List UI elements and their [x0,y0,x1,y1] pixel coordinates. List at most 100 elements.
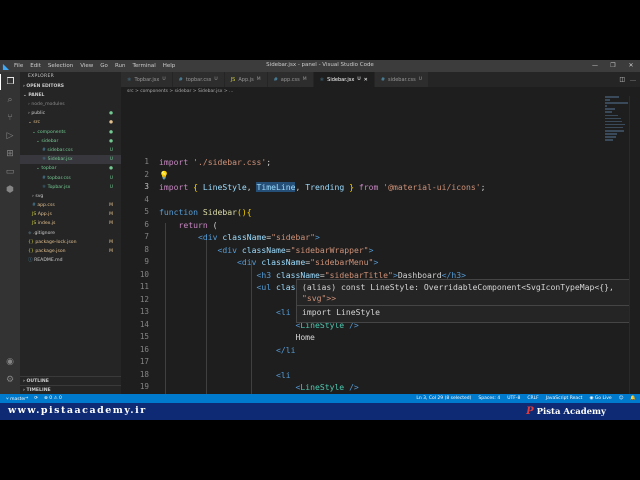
menu-bar: File Edit Selection View Go Run Terminal… [14,63,175,69]
tab-topbar-jsx[interactable]: ⚛ Topbar.jsx U [121,72,173,87]
tree-item-gitignore[interactable]: ◆ .gitignore [20,229,121,238]
tree-item-svg[interactable]: › svg [20,192,121,201]
menu-view[interactable]: View [80,63,93,69]
tab-topbar-css[interactable]: # topbar.css U [172,72,225,87]
account-icon[interactable]: ◉ [0,354,20,370]
pista-logo-icon: P [526,406,534,417]
line-number: 18 [139,369,149,379]
code-line: <div className="sidebarWrapper"> [217,244,374,255]
end-of-line[interactable]: CRLF [527,396,538,401]
academy-brand-text: Pista Academy [536,406,606,417]
node-icon[interactable]: ⬢ [0,182,20,198]
code-line: <div className="sidebar"> [197,232,320,242]
explorer-icon[interactable]: ❐ [0,74,20,90]
tree-item-package-json[interactable]: {} package.json M [20,247,121,256]
indentation[interactable]: Spaces: 4 [478,396,500,401]
tree-item-components[interactable]: ⌄ components ● [20,128,121,137]
outline-section[interactable]: › OUTLINE [20,376,121,385]
menu-go[interactable]: Go [100,63,108,69]
menu-help[interactable]: Help [163,63,176,69]
branch-indicator[interactable]: ⑂ master* [6,396,28,402]
explorer-header: EXPLORER [28,74,55,79]
tab-sidebar-css[interactable]: # sidebar.css U [374,72,429,87]
tree-item-topbar-css[interactable]: # topbar.css U [20,174,121,183]
gear-icon[interactable]: ⚙ [0,372,20,388]
run-debug-icon[interactable]: ▷ [0,128,20,144]
code-line: import './sidebar.css'; [159,157,272,167]
vertical-scrollbar[interactable] [629,96,638,408]
feedback-icon[interactable]: ☺ [619,396,624,401]
tree-item-topbar-jsx[interactable]: ⚛ Topbar.jsx U [20,183,121,192]
code-editor[interactable]: 1 2 3 4 5 6 7 8 9 10 11 12 13 14 15 16 1… [121,96,640,408]
tree-item-sidebar-css[interactable]: # sidebar.css U [20,146,121,155]
code-line: function Sidebar(){ [159,207,252,217]
problems-indicator[interactable]: ⊗ 0 ⚠ 0 [44,396,62,402]
line-number: 11 [139,282,149,291]
explorer-panel: EXPLORER › OPEN EDITORS ⌄ PANEL › node_m… [20,72,121,408]
tree-item-sidebar-jsx[interactable]: ⚛ Sidebar.jsx U [20,155,121,165]
tree-item-app-js[interactable]: JS App.js M [20,210,121,219]
tree-item-src[interactable]: ⌄ src ● [20,118,121,127]
academy-banner: www.pistaacademy.ir P Pista Academy [0,403,640,420]
academy-url: www.pistaacademy.ir [8,405,147,416]
more-actions-icon[interactable]: … [630,76,636,83]
close-icon[interactable]: ✕ [622,60,640,72]
tab-sidebar-jsx[interactable]: ⚛ Sidebar.jsx U ✕ [313,72,375,87]
line-number: 12 [139,294,149,304]
line-number: 10 [139,269,149,279]
menu-terminal[interactable]: Terminal [132,63,155,69]
tree-item-topbar-folder[interactable]: ⌄ topbar ● [20,164,121,173]
tree-item-public[interactable]: › public ● [20,109,121,118]
timeline-section[interactable]: › TIMELINE [20,385,121,394]
notifications-icon[interactable]: 🔔 [630,396,636,401]
line-number: 7 [144,232,149,241]
menu-edit[interactable]: Edit [30,63,41,69]
language-mode[interactable]: JavaScript React [546,396,583,401]
vscode-window: ◣ File Edit Selection View Go Run Termin… [0,60,640,420]
css-file-icon: # [178,76,183,83]
tree-item-sidebar-folder[interactable]: ⌄ sidebar ● [20,137,121,146]
minimap[interactable] [605,96,629,156]
code-line: import { LineStyle, TimeLine, Trending }… [159,182,486,192]
tab-app-css[interactable]: # app.css M [267,72,314,87]
project-section[interactable]: ⌄ PANEL [20,91,121,100]
line-number: 6 [144,219,149,229]
react-file-icon: ⚛ [127,76,132,83]
academy-brand: P Pista Academy [526,406,606,417]
menu-run[interactable]: Run [115,63,126,69]
open-editors-section[interactable]: › OPEN EDITORS [20,82,121,91]
line-number: 5 [144,207,149,216]
breadcrumb[interactable]: src > components > sidebar > Sidebar.jsx… [121,87,640,96]
tree-item-app-css[interactable]: # app.css M [20,201,121,210]
maximize-icon[interactable]: ❐ [604,60,622,72]
extensions-icon[interactable]: ⊞ [0,146,20,162]
minimize-icon[interactable]: — [586,60,604,72]
line-number: 3 [144,182,149,191]
vscode-logo-icon: ◣ [2,61,10,71]
css-file-icon: # [380,76,386,83]
search-icon[interactable]: ⌕ [0,92,20,108]
tree-item-index-js[interactable]: JS index.js M [20,219,121,228]
code-line: Home [159,332,315,342]
code-line: <div className="sidebarMenu"> [236,257,379,267]
sync-icon[interactable]: ⟳ [34,396,38,402]
editor-tabs: ⚛ Topbar.jsx U # topbar.css U JS App.js M # app… [121,72,640,87]
code-line: <li [275,369,291,380]
line-number: 19 [139,382,149,391]
code-line: <h3 className="sidebarTitle">Dashboard</… [256,269,467,280]
split-editor-icon[interactable]: ◫ [619,76,625,83]
lightbulb-icon[interactable]: 💡 [159,170,169,180]
encoding[interactable]: UTF-8 [507,396,520,401]
tab-app-js[interactable]: JS App.js M [224,72,268,87]
remote-explorer-icon[interactable]: ▭ [0,164,20,180]
close-tab-icon[interactable]: ✕ [364,77,368,83]
source-control-icon[interactable]: ⑂ [0,110,20,126]
code-line: return ( [178,219,218,230]
tree-item-node-modules[interactable]: › node_modules [20,100,121,109]
tree-item-package-lock[interactable]: {} package-lock.json M [20,238,121,247]
cursor-position[interactable]: Ln 3, Col 29 (8 selected) [416,396,471,401]
menu-file[interactable]: File [14,63,23,69]
go-live-button[interactable]: ◉ Go Live [589,396,611,401]
tree-item-readme[interactable]: ⓘ README.md [20,256,121,265]
menu-selection[interactable]: Selection [48,63,73,69]
